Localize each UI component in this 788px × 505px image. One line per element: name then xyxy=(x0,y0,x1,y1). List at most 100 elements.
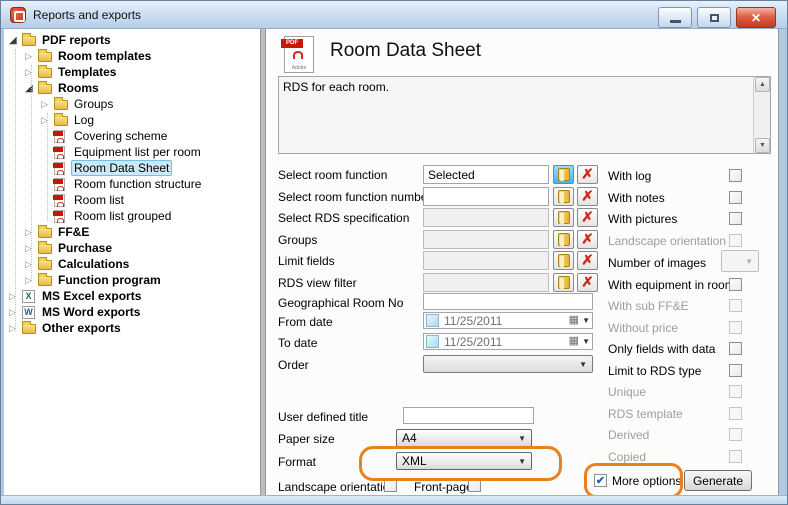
paper-size-label: Paper size xyxy=(278,429,335,448)
chevron-down-icon[interactable]: ▼ xyxy=(579,337,590,346)
from-date-field[interactable]: 11/25/2011 ▦ ▼ xyxy=(423,312,593,329)
scroll-down-icon[interactable]: ▼ xyxy=(755,138,770,153)
tree-item-groups[interactable]: ▷ Groups xyxy=(4,96,260,112)
tree-item-ffe[interactable]: ▷ FF&E xyxy=(4,224,260,240)
groups-browse-button[interactable] xyxy=(553,230,574,249)
description-scrollbar[interactable]: ▲ ▼ xyxy=(753,77,770,153)
to-date-checkbox[interactable] xyxy=(426,335,439,348)
minimize-button[interactable] xyxy=(658,7,692,28)
select-room-function-clear-button[interactable]: ✗ xyxy=(577,165,598,184)
tree-item-equipment-list-per-room[interactable]: Equipment list per room xyxy=(4,144,260,160)
select-room-function-number-field[interactable] xyxy=(423,187,549,206)
more-options-label: More options xyxy=(612,471,681,490)
clear-x-icon: ✗ xyxy=(581,211,594,225)
close-icon: ✕ xyxy=(751,11,761,25)
pdf-icon xyxy=(54,178,71,191)
scroll-up-icon[interactable]: ▲ xyxy=(755,77,770,92)
tree-item-ms-excel-exports[interactable]: ▷ X MS Excel exports xyxy=(4,288,260,304)
more-options-checkbox[interactable]: ✔ xyxy=(594,474,607,487)
rds-template-label: RDS template xyxy=(608,404,683,423)
tree-item-calculations[interactable]: ▷ Calculations xyxy=(4,256,260,272)
select-rds-specification-clear-button[interactable]: ✗ xyxy=(577,208,598,227)
select-room-function-number-clear-button[interactable]: ✗ xyxy=(577,187,598,206)
landscape-orientation-bottom-label: Landscape orientation xyxy=(278,477,396,496)
tree-item-pdf-reports[interactable]: ◢ PDF reports xyxy=(4,32,260,48)
folder-icon xyxy=(558,190,570,203)
select-rds-specification-label: Select RDS specification xyxy=(278,208,409,227)
tree-item-purchase[interactable]: ▷ Purchase xyxy=(4,240,260,256)
copied-checkbox xyxy=(729,450,742,463)
with-pictures-checkbox[interactable] xyxy=(729,212,742,225)
landscape-orientation-bottom-checkbox[interactable] xyxy=(384,479,397,492)
maximize-button[interactable] xyxy=(697,7,731,28)
select-rds-specification-browse-button[interactable] xyxy=(553,208,574,227)
folder-icon xyxy=(54,98,71,110)
format-dropdown[interactable]: XML ▼ xyxy=(396,452,532,470)
number-of-images-dropdown: ▼ xyxy=(721,250,759,272)
limit-to-rds-type-checkbox[interactable] xyxy=(729,364,742,377)
folder-icon xyxy=(38,50,55,62)
to-date-label: To date xyxy=(278,333,317,352)
to-date-field[interactable]: 11/25/2011 ▦ ▼ xyxy=(423,333,593,350)
tree-item-room-templates[interactable]: ▷ Room templates xyxy=(4,48,260,64)
tree-item-covering-scheme[interactable]: Covering scheme xyxy=(4,128,260,144)
select-room-function-field[interactable]: Selected xyxy=(423,165,549,184)
from-date-label: From date xyxy=(278,312,333,331)
with-log-checkbox[interactable] xyxy=(729,169,742,182)
from-date-checkbox[interactable] xyxy=(426,314,439,327)
folder-icon xyxy=(558,211,570,224)
tree-item-room-data-sheet[interactable]: Room Data Sheet xyxy=(4,160,260,176)
with-notes-checkbox[interactable] xyxy=(729,191,742,204)
with-equipment-in-room-checkbox[interactable] xyxy=(729,278,742,291)
chevron-down-icon[interactable]: ▼ xyxy=(579,316,590,325)
limit-fields-browse-button[interactable] xyxy=(553,251,574,270)
tree-item-room-function-structure[interactable]: Room function structure xyxy=(4,176,260,192)
tree-item-other-exports[interactable]: ▷ Other exports xyxy=(4,320,260,336)
with-log-label: With log xyxy=(608,166,651,185)
tree-item-ms-word-exports[interactable]: ▷ W MS Word exports xyxy=(4,304,260,320)
collapsed-arrow-icon[interactable]: ▷ xyxy=(41,99,54,110)
select-room-function-number-browse-button[interactable] xyxy=(553,187,574,206)
select-room-function-number-label: Select room function number xyxy=(278,187,431,206)
calendar-icon: ▦ xyxy=(569,336,579,347)
collapsed-arrow-icon[interactable]: ▷ xyxy=(25,51,38,62)
limit-fields-clear-button[interactable]: ✗ xyxy=(577,251,598,270)
tree-item-templates[interactable]: ▷ Templates xyxy=(4,64,260,80)
folder-icon xyxy=(22,322,39,334)
front-page-checkbox[interactable] xyxy=(468,479,481,492)
tree-item-log[interactable]: ▷ Log xyxy=(4,112,260,128)
folder-icon xyxy=(558,168,570,181)
landscape-orientation-option-checkbox xyxy=(729,234,742,247)
without-price-checkbox xyxy=(729,321,742,334)
tree-item-rooms[interactable]: ◢ Rooms xyxy=(4,80,260,96)
paper-size-dropdown[interactable]: A4 ▼ xyxy=(396,429,532,447)
folder-icon xyxy=(38,226,55,238)
user-defined-title-field[interactable] xyxy=(403,407,534,424)
rds-view-filter-browse-button[interactable] xyxy=(553,273,574,292)
folder-icon xyxy=(38,258,55,270)
geographical-room-no-field[interactable] xyxy=(423,293,593,310)
groups-clear-button[interactable]: ✗ xyxy=(577,230,598,249)
tree-item-function-program[interactable]: ▷ Function program xyxy=(4,272,260,288)
description-box[interactable]: RDS for each room. ▲ ▼ xyxy=(278,76,771,154)
order-dropdown[interactable]: ▼ xyxy=(423,355,593,373)
tree-item-room-list[interactable]: Room list xyxy=(4,192,260,208)
select-room-function-browse-button[interactable] xyxy=(553,165,574,184)
rds-view-filter-clear-button[interactable]: ✗ xyxy=(577,273,598,292)
generate-button[interactable]: Generate xyxy=(684,470,752,491)
clear-x-icon: ✗ xyxy=(581,168,594,182)
derived-label: Derived xyxy=(608,425,649,444)
minimize-icon xyxy=(670,20,681,23)
groups-field xyxy=(423,230,549,249)
app-icon xyxy=(10,7,26,23)
tree-guide-line xyxy=(47,113,48,221)
with-sub-ffe-label: With sub FF&E xyxy=(608,296,689,315)
folder-icon xyxy=(558,254,570,267)
title-bar: Reports and exports ✕ xyxy=(1,1,787,29)
only-fields-with-data-checkbox[interactable] xyxy=(729,342,742,355)
tree-item-room-list-grouped[interactable]: Room list grouped xyxy=(4,208,260,224)
derived-checkbox xyxy=(729,428,742,441)
close-button[interactable]: ✕ xyxy=(736,7,776,28)
format-label: Format xyxy=(278,452,316,471)
expanded-arrow-icon[interactable]: ◢ xyxy=(9,35,22,46)
